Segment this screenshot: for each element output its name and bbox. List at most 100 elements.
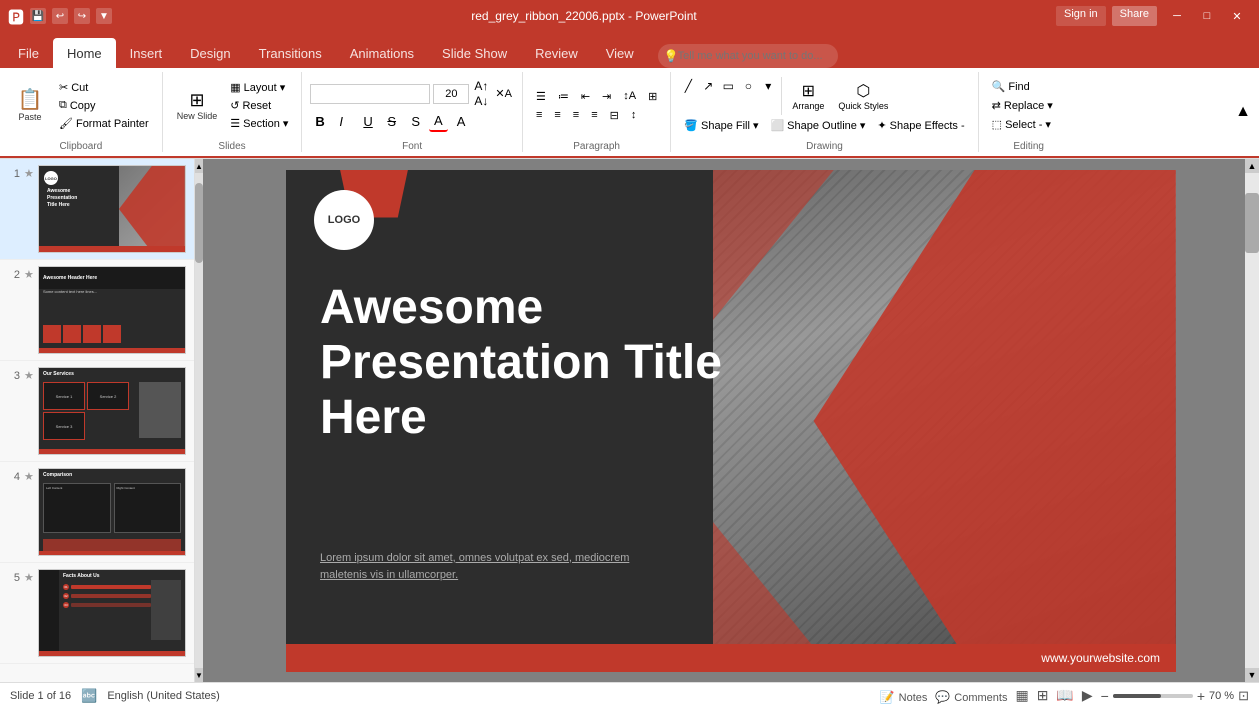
slide-canvas[interactable]: LOGO Awesome Presentation Title Here Lor… (286, 170, 1176, 672)
tab-view[interactable]: View (592, 38, 648, 68)
arrow-shape-button[interactable]: ↗ (699, 77, 717, 95)
redo-icon[interactable]: ↪ (74, 8, 90, 24)
quick-styles-button[interactable]: ⬡ Quick Styles (832, 77, 894, 115)
minimize-button[interactable]: ─ (1163, 6, 1191, 26)
arrange-button[interactable]: ⊞ Arrange (786, 77, 830, 115)
text-direction-button[interactable]: ↕A (618, 88, 641, 105)
panel-scroll-up-button[interactable]: ▲ (195, 159, 203, 173)
slide-thumb-3: Our Services Service 1 Service 2 Service… (38, 367, 186, 455)
clear-format-button[interactable]: ✕A (493, 87, 514, 100)
v-scroll-down-button[interactable]: ▼ (1245, 668, 1259, 682)
shape-outline-button[interactable]: ⬜Shape Outline▾ (765, 117, 870, 134)
slide-num-1: 1 (4, 165, 24, 183)
powerpoint-icon: 🅿 (8, 8, 24, 24)
font-name-input[interactable] (310, 84, 430, 104)
shape-fill-button[interactable]: 🪣Shape Fill▾ (679, 117, 763, 134)
tab-transitions[interactable]: Transitions (245, 38, 336, 68)
title-bar: 🅿 💾 ↩ ↪ ▼ red_grey_ribbon_22006.pptx - P… (0, 0, 1259, 32)
italic-button[interactable]: I (334, 112, 354, 131)
slideshow-button[interactable]: ▶ (1082, 687, 1093, 704)
tab-home[interactable]: Home (53, 38, 116, 68)
spell-check-icon[interactable]: 🔤 (81, 688, 97, 704)
shape-effects-button[interactable]: ✦Shape Effects - (872, 117, 969, 134)
align-center-button[interactable]: ≡ (549, 107, 565, 124)
tab-review[interactable]: Review (521, 38, 592, 68)
save-icon[interactable]: 💾 (30, 8, 46, 24)
numbering-button[interactable]: ≔ (553, 88, 574, 105)
signin-button[interactable]: Sign in (1056, 6, 1106, 26)
align-right-button[interactable]: ≡ (568, 107, 584, 124)
zoom-in-button[interactable]: + (1197, 688, 1205, 704)
strikethrough-button[interactable]: S (382, 112, 402, 131)
maximize-button[interactable]: □ (1193, 6, 1221, 26)
line-spacing-button[interactable]: ↕ (626, 107, 642, 124)
underline-button[interactable]: U (358, 112, 378, 131)
tab-insert[interactable]: Insert (116, 38, 177, 68)
find-button[interactable]: 🔍Find (987, 78, 1035, 95)
zoom-out-button[interactable]: − (1101, 688, 1109, 704)
layout-button[interactable]: ▦Layout▾ (225, 79, 293, 96)
share-button[interactable]: Share (1112, 6, 1157, 26)
bold-button[interactable]: B (310, 112, 330, 131)
slide-subtitle: Lorem ipsum dolor sit amet, omnes volutp… (320, 550, 640, 585)
line-shape-button[interactable]: ╱ (679, 77, 697, 95)
replace-button[interactable]: ⇄Replace▾ (987, 97, 1058, 114)
zoom-level-label: 70 % (1209, 690, 1234, 702)
paste-button[interactable]: 📋 Paste (8, 86, 52, 126)
slide-item-1[interactable]: 1 ★ LOGO AwesomePresentationTitle Here (0, 159, 194, 260)
new-slide-button[interactable]: ⊞ New Slide (171, 87, 224, 125)
clipboard-group: 📋 Paste ✂Cut ⧉Copy 🖌Format Painter Clipb… (0, 72, 163, 152)
increase-font-button[interactable]: A↑ (472, 79, 490, 93)
more-shapes-button[interactable]: ▾ (759, 77, 777, 95)
editing-label: Editing (987, 139, 1071, 152)
notes-button[interactable]: 📝 Notes (880, 688, 928, 704)
decrease-indent-button[interactable]: ⇤ (576, 88, 595, 105)
align-left-button[interactable]: ≡ (531, 107, 547, 124)
shadow-button[interactable]: S (406, 112, 425, 131)
select-button[interactable]: ⬚Select -▾ (987, 116, 1056, 133)
comments-button[interactable]: 💬 Comments (935, 688, 1007, 704)
customize-icon[interactable]: ▼ (96, 8, 112, 24)
decrease-font-button[interactable]: A↓ (472, 94, 490, 108)
increase-indent-button[interactable]: ⇥ (597, 88, 616, 105)
panel-scroll-down-button[interactable]: ▼ (195, 668, 203, 682)
slide-star-3: ★ (24, 367, 38, 385)
bullets-button[interactable]: ☰ (531, 88, 551, 105)
convert-to-smartart-button[interactable]: ⊞ (643, 88, 662, 105)
copy-button[interactable]: ⧉Copy (54, 97, 154, 114)
slide-item-3[interactable]: 3 ★ Our Services Service 1 Service 2 Ser… (0, 361, 194, 462)
panel-scroll-thumb[interactable] (195, 183, 203, 263)
slide-item-4[interactable]: 4 ★ Comparison Left Content Right Conten… (0, 462, 194, 563)
collapse-ribbon-button[interactable]: ▲ (1227, 72, 1259, 152)
rect-shape-button[interactable]: ▭ (719, 77, 737, 95)
section-button[interactable]: ☰Section▾ (225, 115, 293, 132)
quick-styles-icon: ⬡ (856, 81, 870, 101)
v-scroll-thumb[interactable] (1245, 193, 1259, 253)
columns-button[interactable]: ⊟ (605, 107, 624, 124)
tell-me-input[interactable] (658, 44, 838, 68)
slides-group: ⊞ New Slide ▦Layout▾ ↺Reset ☰Section▾ Sl… (163, 72, 303, 152)
format-painter-button[interactable]: 🖌Format Painter (54, 115, 154, 132)
reading-view-button[interactable]: 📖 (1056, 687, 1073, 704)
close-button[interactable]: ✕ (1223, 6, 1251, 26)
slides-col: ▦Layout▾ ↺Reset ☰Section▾ (225, 79, 293, 132)
tab-animations[interactable]: Animations (336, 38, 428, 68)
tab-slideshow[interactable]: Slide Show (428, 38, 521, 68)
justify-button[interactable]: ≡ (586, 107, 602, 124)
zoom-slider[interactable] (1113, 694, 1193, 698)
slide-item-5[interactable]: 5 ★ Facts About Us 01 02 03 (0, 563, 194, 664)
v-scroll-up-button[interactable]: ▲ (1245, 159, 1259, 173)
tab-file[interactable]: File (4, 38, 53, 68)
normal-view-button[interactable]: ▦ (1015, 687, 1028, 704)
undo-icon[interactable]: ↩ (52, 8, 68, 24)
reset-button[interactable]: ↺Reset (225, 97, 293, 114)
cut-button[interactable]: ✂Cut (54, 79, 154, 96)
ellipse-shape-button[interactable]: ○ (739, 77, 757, 95)
fit-button[interactable]: ⊡ (1238, 688, 1249, 704)
tab-design[interactable]: Design (176, 38, 244, 68)
font-size-input[interactable] (433, 84, 469, 104)
text-highlight-button[interactable]: A (452, 112, 471, 131)
slide-item-2[interactable]: 2 ★ Awesome Header Here Some content tex… (0, 260, 194, 361)
font-color-button[interactable]: A (429, 111, 448, 132)
slide-sorter-button[interactable]: ⊞ (1037, 687, 1049, 704)
